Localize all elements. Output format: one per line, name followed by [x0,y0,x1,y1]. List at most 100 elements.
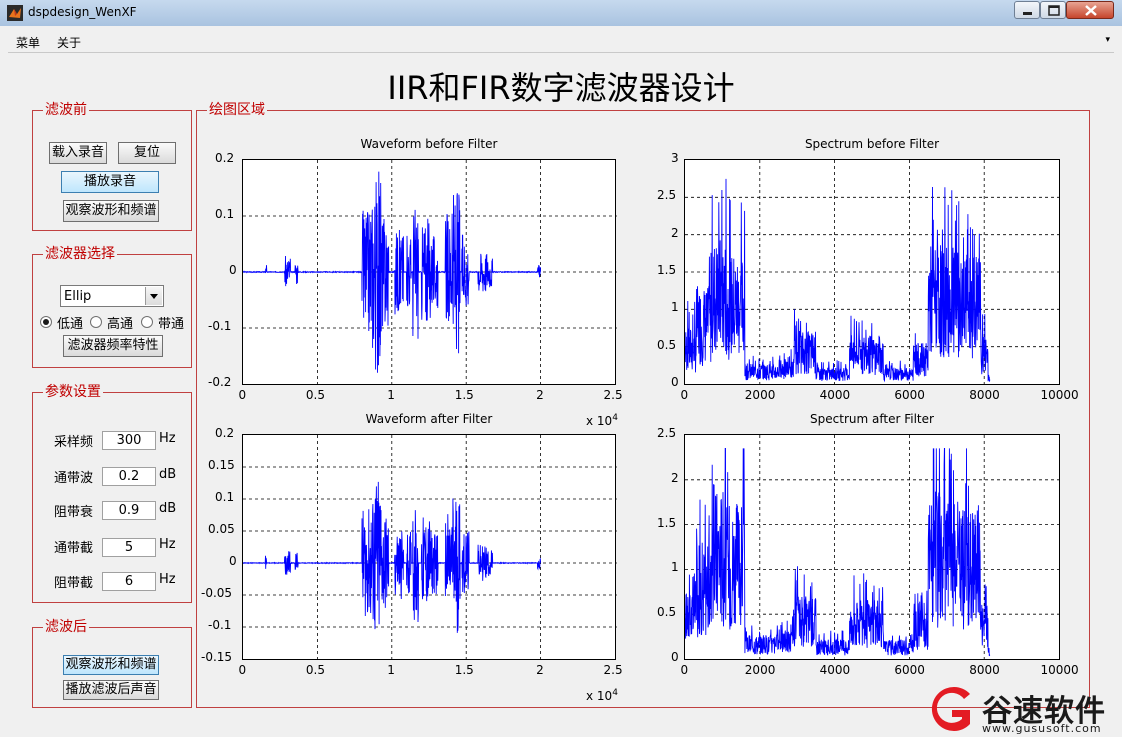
x-tick-label: 1.5 [454,663,474,677]
panel-before-filter-title: 滤波前 [43,101,89,119]
watermark: 谷速软件 www.gususoft.com [926,684,1122,737]
chart-svg [685,435,1061,661]
y-tick-label: 0.1 [215,207,235,221]
spectrum-after-axes [684,434,1061,661]
x-tick-label: 8000 [969,663,1000,677]
radio-highpass[interactable] [90,316,102,328]
select-arrow [145,287,162,305]
x-multiplier: x 104 [586,688,618,703]
passband-ripple-input[interactable]: 0.2 [102,467,156,486]
minimize-button[interactable] [1014,1,1040,19]
matlab-logo-icon [7,5,23,21]
radio-bandpass-label: 带通 [158,317,185,332]
y-tick-label: 0.5 [657,337,677,352]
watermark-url: www.gususoft.com [982,722,1102,735]
x-tick-label: 0 [680,663,689,677]
x-tick-label: 10000 [1040,388,1079,402]
chart-title: Spectrum after Filter [810,412,934,426]
chart-title: Waveform after Filter [365,412,493,426]
filter-frequency-response-button[interactable]: 滤波器频率特性 [63,335,163,357]
x-tick-label: 0 [238,388,247,402]
y-tick-label: 0 [229,263,237,277]
y-tick-label: 0.2 [215,426,235,440]
title-bar[interactable]: dspdesign_WenXF [0,0,1122,26]
y-tick-label: 0.15 [208,458,235,472]
y-tick-label: -0.1 [208,618,232,632]
toolbar-toggle-icon[interactable]: ▾ [1105,35,1110,45]
page-title: IIR和FIR数字滤波器设计 [387,69,735,107]
load-recording-button[interactable]: 载入录音 [49,142,107,164]
x-tick-label: 2 [536,663,544,677]
y-tick-label: 2 [671,470,679,485]
y-tick-label: -0.2 [208,375,232,389]
view-waveform-spectrum-button[interactable]: 观察波形和频谱 [63,200,159,222]
signal-line [685,178,991,383]
gususoft-logo-icon [931,687,970,731]
x-tick-label: 4000 [819,663,851,677]
passband-cutoff-input[interactable]: 5 [102,538,156,557]
y-tick-label: 0 [671,375,679,389]
menu-item-about[interactable]: 关于 [57,34,81,51]
radio-lowpass-label: 低通 [57,317,84,332]
param-label: 采样频 [54,435,94,450]
y-tick-label: 2 [671,225,679,240]
param-unit: Hz [159,431,176,446]
panel-before-filter: 滤波前 载入录音 复位 播放录音 观察波形和频谱 [32,101,192,231]
y-tick-label: 0 [229,554,237,568]
radio-bandpass[interactable] [141,316,153,328]
x-tick-label: 8000 [969,388,1000,402]
x-tick-label: 6000 [894,663,925,677]
sample-rate-input[interactable]: 300 [102,431,156,450]
app-window: dspdesign_WenXF 菜单 关于 ▾ IIR和FIR数字滤波器设计 滤… [0,0,1122,737]
filter-type-value: Ellip [64,289,92,304]
waveform-after-axes [242,434,617,661]
panel-filter-select-title: 滤波器选择 [43,245,117,263]
y-tick-label: 1 [671,300,679,315]
y-tick-label: 1.5 [657,515,677,530]
close-button[interactable] [1066,1,1114,19]
y-tick-label: 3 [671,151,679,165]
x-tick-label: 2000 [744,663,776,677]
maximize-button[interactable] [1040,1,1066,19]
waveform-before-axes [242,159,617,386]
x-tick-label: 6000 [894,388,925,402]
menu-bar: 菜单 关于 ▾ [8,30,1114,52]
menu-item-menu[interactable]: 菜单 [16,34,40,51]
y-tick-label: 0.2 [215,151,235,165]
chart-svg [243,160,617,386]
radio-lowpass[interactable] [40,316,52,328]
x-tick-label: 2.5 [603,388,623,402]
spectrum-before-axes [684,159,1061,386]
reset-button[interactable]: 复位 [118,142,176,164]
panel-plot-area-title: 绘图区域 [207,101,267,119]
panel-after-filter-title: 滤波后 [43,618,89,636]
chevron-down-icon [150,294,158,299]
chart-title: Waveform before Filter [360,137,498,151]
view-filtered-waveform-button[interactable]: 观察波形和频谱 [63,655,159,675]
x-tick-label: 1 [387,663,395,677]
x-multiplier-exponent: 4 [612,688,618,698]
filter-type-select[interactable]: Ellip [60,285,164,307]
play-recording-button[interactable]: 播放录音 [61,171,159,193]
y-tick-label: 0.05 [208,522,235,536]
close-icon [1085,5,1097,16]
param-label: 通带截 [54,541,94,556]
maximize-icon [1048,5,1060,16]
param-label: 阻带截 [54,576,94,591]
stopband-attenuation-input[interactable]: 0.9 [102,501,156,520]
stopband-cutoff-input[interactable]: 6 [102,572,156,591]
y-tick-label: -0.1 [208,319,232,333]
x-tick-label: 0.5 [305,388,325,402]
y-tick-label: -0.05 [201,586,233,600]
y-tick-label: 0.5 [657,605,677,620]
x-tick-label: 2.5 [603,663,623,677]
panel-parameters-title: 参数设置 [43,383,103,401]
radio-highpass-label: 高通 [107,317,134,332]
x-tick-label: 0 [680,388,689,402]
y-tick-label: 2.5 [657,426,677,440]
panel-after-filter: 滤波后 观察波形和频谱 播放滤波后声音 [32,618,192,708]
x-tick-label: 2000 [744,388,776,402]
play-filtered-sound-button[interactable]: 播放滤波后声音 [63,680,159,700]
window-title: dspdesign_WenXF [28,5,137,19]
chart-svg [243,435,617,661]
